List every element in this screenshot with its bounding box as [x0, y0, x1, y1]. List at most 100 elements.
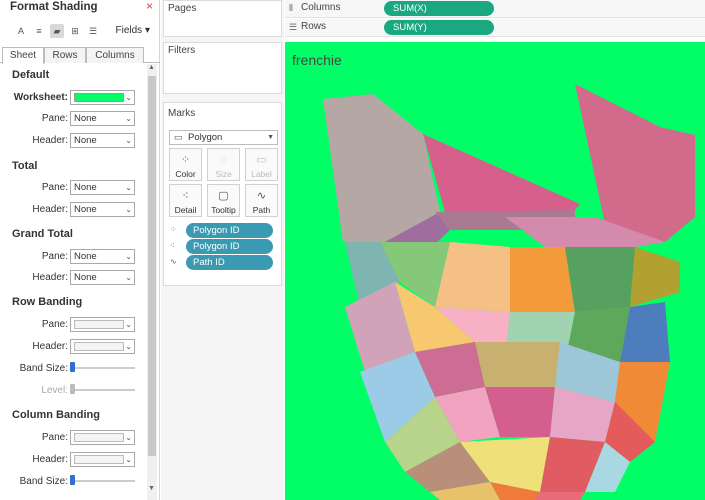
- pages-card[interactable]: Pages: [163, 0, 282, 37]
- mark-type-dropdown[interactable]: ▭ Polygon ▼: [169, 130, 278, 145]
- slider-thumb[interactable]: [70, 362, 75, 372]
- fields-label: Fields: [115, 25, 143, 36]
- viz-canvas[interactable]: frenchie: [285, 42, 705, 500]
- alignment-format-icon[interactable]: ≡: [32, 24, 46, 38]
- color-button[interactable]: ⁘ Color: [169, 148, 202, 181]
- column-banding-section-title: Column Banding: [12, 409, 100, 421]
- default-header-label: Header:: [32, 135, 68, 146]
- rows-shelf[interactable]: ☰ Rows SUM(Y): [285, 19, 705, 37]
- polygon-id-color-pill[interactable]: Polygon ID: [186, 223, 273, 238]
- fields-dropdown[interactable]: Fields ▾: [116, 25, 151, 36]
- columns-label: Columns: [301, 2, 341, 13]
- band-color-swatch: [74, 342, 124, 351]
- detail-label: Detail: [174, 205, 197, 215]
- chevron-down-icon: ⌄: [125, 455, 132, 464]
- band-color-swatch: [74, 433, 124, 442]
- grand-total-header-label: Header:: [32, 272, 68, 283]
- chevron-down-icon: ⌄: [125, 320, 132, 329]
- polygon-mark[interactable]: [565, 247, 635, 312]
- dropdown-value: None: [74, 204, 97, 215]
- row-band-size-label: Band Size:: [19, 363, 68, 374]
- rows-label: Rows: [301, 21, 327, 32]
- row-level-slider[interactable]: [70, 384, 135, 396]
- column-banding-pane-dropdown[interactable]: ⌄: [70, 430, 135, 445]
- chevron-down-icon: ⌄: [125, 342, 132, 351]
- default-section-title: Default: [12, 69, 50, 81]
- row-banding-header-label: Header:: [32, 341, 68, 352]
- path-label: Path: [252, 205, 271, 215]
- scrollbar-thumb[interactable]: [148, 76, 156, 456]
- path-icon: ∿: [256, 190, 267, 202]
- polygon-mark[interactable]: [475, 342, 560, 387]
- filters-card[interactable]: Filters: [163, 42, 282, 94]
- detail-button[interactable]: ⁖ Detail: [169, 184, 202, 217]
- chevron-down-icon: ⌄: [125, 273, 132, 282]
- column-banding-header-dropdown[interactable]: ⌄: [70, 452, 135, 467]
- label-button[interactable]: ▭ Label: [245, 148, 278, 181]
- slider-thumb[interactable]: [70, 384, 75, 394]
- row-banding-header-dropdown[interactable]: ⌄: [70, 339, 135, 354]
- polygon-icon: ▭: [174, 132, 183, 142]
- polygon-mark[interactable]: [510, 247, 575, 312]
- dropdown-value: None: [74, 182, 97, 193]
- polygon-mark[interactable]: [535, 492, 585, 500]
- grand-total-header-dropdown[interactable]: None ⌄: [70, 270, 135, 285]
- dropdown-value: None: [74, 113, 97, 124]
- lines-format-icon[interactable]: ☰: [86, 24, 100, 38]
- chevron-down-icon: ⌄: [125, 93, 132, 102]
- chevron-down-icon: ⌄: [125, 252, 132, 261]
- format-scrollbar[interactable]: ▲ ▼: [147, 64, 157, 500]
- format-content: Default Worksheet: ⌄ Pane: None ⌄ Header:…: [0, 64, 146, 500]
- path-id-pill[interactable]: Path ID: [186, 255, 273, 270]
- row-level-label: Level:: [41, 385, 68, 396]
- tooltip-button[interactable]: ▢ Tooltip: [207, 184, 240, 217]
- chevron-down-icon: ⌄: [125, 183, 132, 192]
- slider-track: [70, 367, 135, 369]
- label-label: Label: [251, 169, 272, 179]
- sum-x-pill[interactable]: SUM(X): [384, 1, 494, 16]
- polygon-mark[interactable]: [630, 247, 680, 307]
- column-band-size-label: Band Size:: [19, 476, 68, 487]
- sum-y-pill[interactable]: SUM(Y): [384, 20, 494, 35]
- chevron-down-icon: ⌄: [125, 136, 132, 145]
- tableau-workspace: Format Shading × A ≡ ▰ ⊞ ☰ Fields ▾ Shee…: [0, 0, 705, 500]
- close-icon[interactable]: ×: [146, 0, 153, 12]
- filters-title: Filters: [168, 45, 196, 56]
- slider-thumb[interactable]: [70, 475, 75, 485]
- column-band-size-slider[interactable]: [70, 475, 135, 487]
- columns-shelf[interactable]: ⦀ Columns SUM(X): [285, 0, 705, 18]
- polygon-mark[interactable]: [323, 94, 440, 242]
- pages-title: Pages: [168, 3, 197, 14]
- default-pane-dropdown[interactable]: None ⌄: [70, 111, 135, 126]
- borders-format-icon[interactable]: ⊞: [68, 24, 82, 38]
- row-banding-pane-label: Pane:: [41, 319, 68, 330]
- total-pane-dropdown[interactable]: None ⌄: [70, 180, 135, 195]
- tab-sheet[interactable]: Sheet: [2, 47, 44, 64]
- worksheet-color-swatch: [74, 93, 124, 102]
- format-tabs: Sheet Rows Columns: [0, 47, 160, 64]
- shading-format-icon[interactable]: ▰: [50, 24, 64, 38]
- font-format-icon[interactable]: A: [14, 24, 28, 38]
- worksheet-color-dropdown[interactable]: ⌄: [70, 90, 135, 105]
- grand-total-pane-dropdown[interactable]: None ⌄: [70, 249, 135, 264]
- size-button[interactable]: ◌ Size: [207, 148, 240, 181]
- total-pane-label: Pane:: [41, 182, 68, 193]
- dropdown-value: None: [74, 135, 97, 146]
- tab-rows[interactable]: Rows: [44, 47, 86, 63]
- total-header-dropdown[interactable]: None ⌄: [70, 202, 135, 217]
- tab-columns[interactable]: Columns: [86, 47, 144, 63]
- marks-title: Marks: [168, 108, 196, 119]
- default-header-dropdown[interactable]: None ⌄: [70, 133, 135, 148]
- row-banding-pane-dropdown[interactable]: ⌄: [70, 317, 135, 332]
- polygon-id-detail-pill[interactable]: Polygon ID: [186, 239, 273, 254]
- path-icon: ∿: [170, 257, 177, 266]
- marks-card: Marks ▭ Polygon ▼ ⁘ Color ◌ Size ▭ Label ⁖ D…: [163, 102, 282, 286]
- label-icon: ▭: [256, 154, 267, 166]
- scroll-down-icon[interactable]: ▼: [148, 485, 155, 492]
- path-button[interactable]: ∿ Path: [245, 184, 278, 217]
- scroll-up-icon[interactable]: ▲: [148, 64, 155, 71]
- default-pane-label: Pane:: [41, 113, 68, 124]
- slider-track: [70, 480, 135, 482]
- band-color-swatch: [74, 455, 124, 464]
- row-band-size-slider[interactable]: [70, 362, 135, 374]
